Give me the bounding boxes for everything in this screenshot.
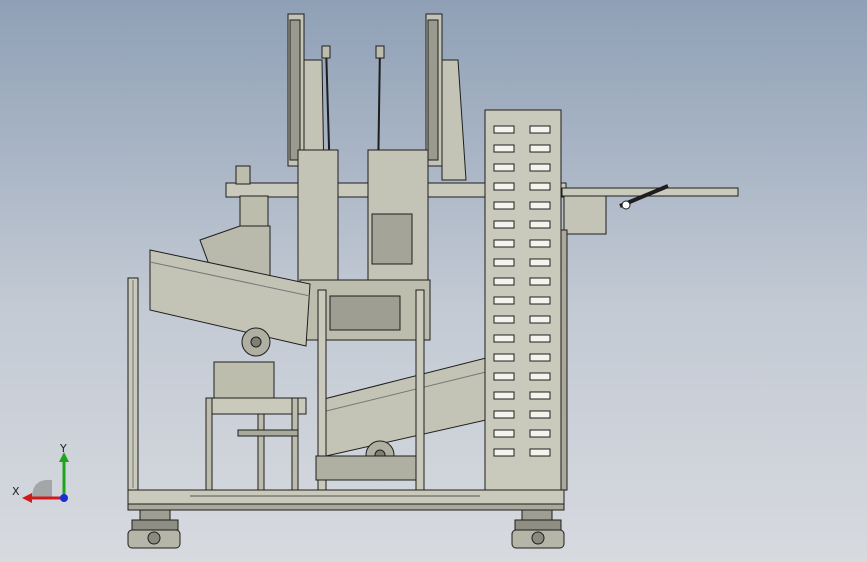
vent-slot xyxy=(529,372,551,381)
caster-right xyxy=(511,509,565,549)
vent-slot xyxy=(493,315,515,324)
base-frame-beam xyxy=(127,489,565,505)
vent-slot xyxy=(493,448,515,457)
caster-left xyxy=(127,509,181,549)
vent-slot xyxy=(529,296,551,305)
vent-slot xyxy=(529,258,551,267)
vent-slot xyxy=(529,220,551,229)
vent-slot xyxy=(529,144,551,153)
vent-slot xyxy=(529,353,551,362)
vent-slot xyxy=(493,125,515,134)
vent-slot xyxy=(493,429,515,438)
x-axis-label: X xyxy=(12,485,20,498)
vent-slot xyxy=(493,372,515,381)
cad-viewport[interactable]: Y X xyxy=(0,0,867,562)
vent-slot xyxy=(493,258,515,267)
vent-slot xyxy=(529,125,551,134)
vent-slot xyxy=(493,296,515,305)
vent-slot xyxy=(493,201,515,210)
vent-slot xyxy=(529,277,551,286)
vent-slot xyxy=(493,220,515,229)
vent-slot xyxy=(529,163,551,172)
vent-slot xyxy=(493,391,515,400)
vent-slot xyxy=(529,448,551,457)
lower-inclined-conveyor xyxy=(319,357,487,457)
machine-assembly-model[interactable] xyxy=(0,0,867,562)
y-axis-label: Y xyxy=(59,442,67,455)
vent-slot xyxy=(493,144,515,153)
coordinate-triad: Y X xyxy=(12,442,69,503)
vent-slot xyxy=(529,315,551,324)
vent-slot xyxy=(493,353,515,362)
vent-slot xyxy=(493,239,515,248)
vent-slot xyxy=(529,239,551,248)
vent-slot xyxy=(529,334,551,343)
vent-slot xyxy=(529,429,551,438)
central-left-module xyxy=(297,149,339,291)
vent-slot xyxy=(529,391,551,400)
vent-slot xyxy=(493,182,515,191)
vent-slot xyxy=(529,410,551,419)
vent-slot xyxy=(493,334,515,343)
vent-slot xyxy=(493,410,515,419)
vent-slot xyxy=(493,163,515,172)
vent-slot xyxy=(493,277,515,286)
vent-slot xyxy=(529,201,551,210)
vent-slot xyxy=(529,182,551,191)
